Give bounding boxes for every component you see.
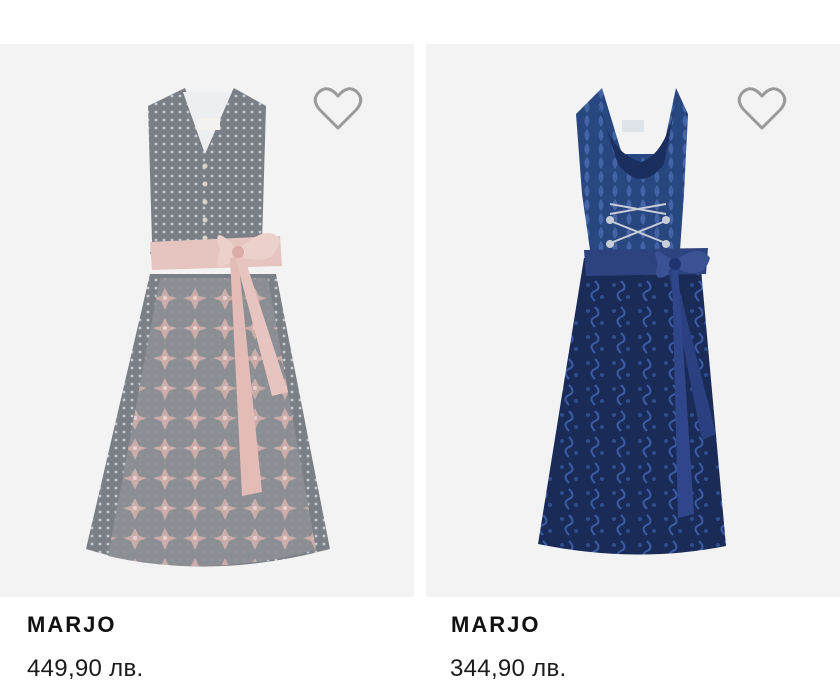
product-grid: MARJO 449,90 лв. MARJO 344,90 лв. <box>0 44 840 700</box>
heart-outline-icon[interactable] <box>737 86 787 132</box>
product-price: 344,90 лв. <box>450 655 567 682</box>
product-brand[interactable]: MARJO <box>451 612 540 638</box>
product-price: 449,90 лв. <box>27 655 144 682</box>
heart-outline-icon[interactable] <box>313 86 363 132</box>
product-image[interactable] <box>0 44 414 597</box>
product-card[interactable]: MARJO 344,90 лв. <box>426 44 840 700</box>
product-brand[interactable]: MARJO <box>27 612 116 638</box>
product-card[interactable]: MARJO 449,90 лв. <box>0 44 414 700</box>
product-image[interactable] <box>426 44 840 597</box>
